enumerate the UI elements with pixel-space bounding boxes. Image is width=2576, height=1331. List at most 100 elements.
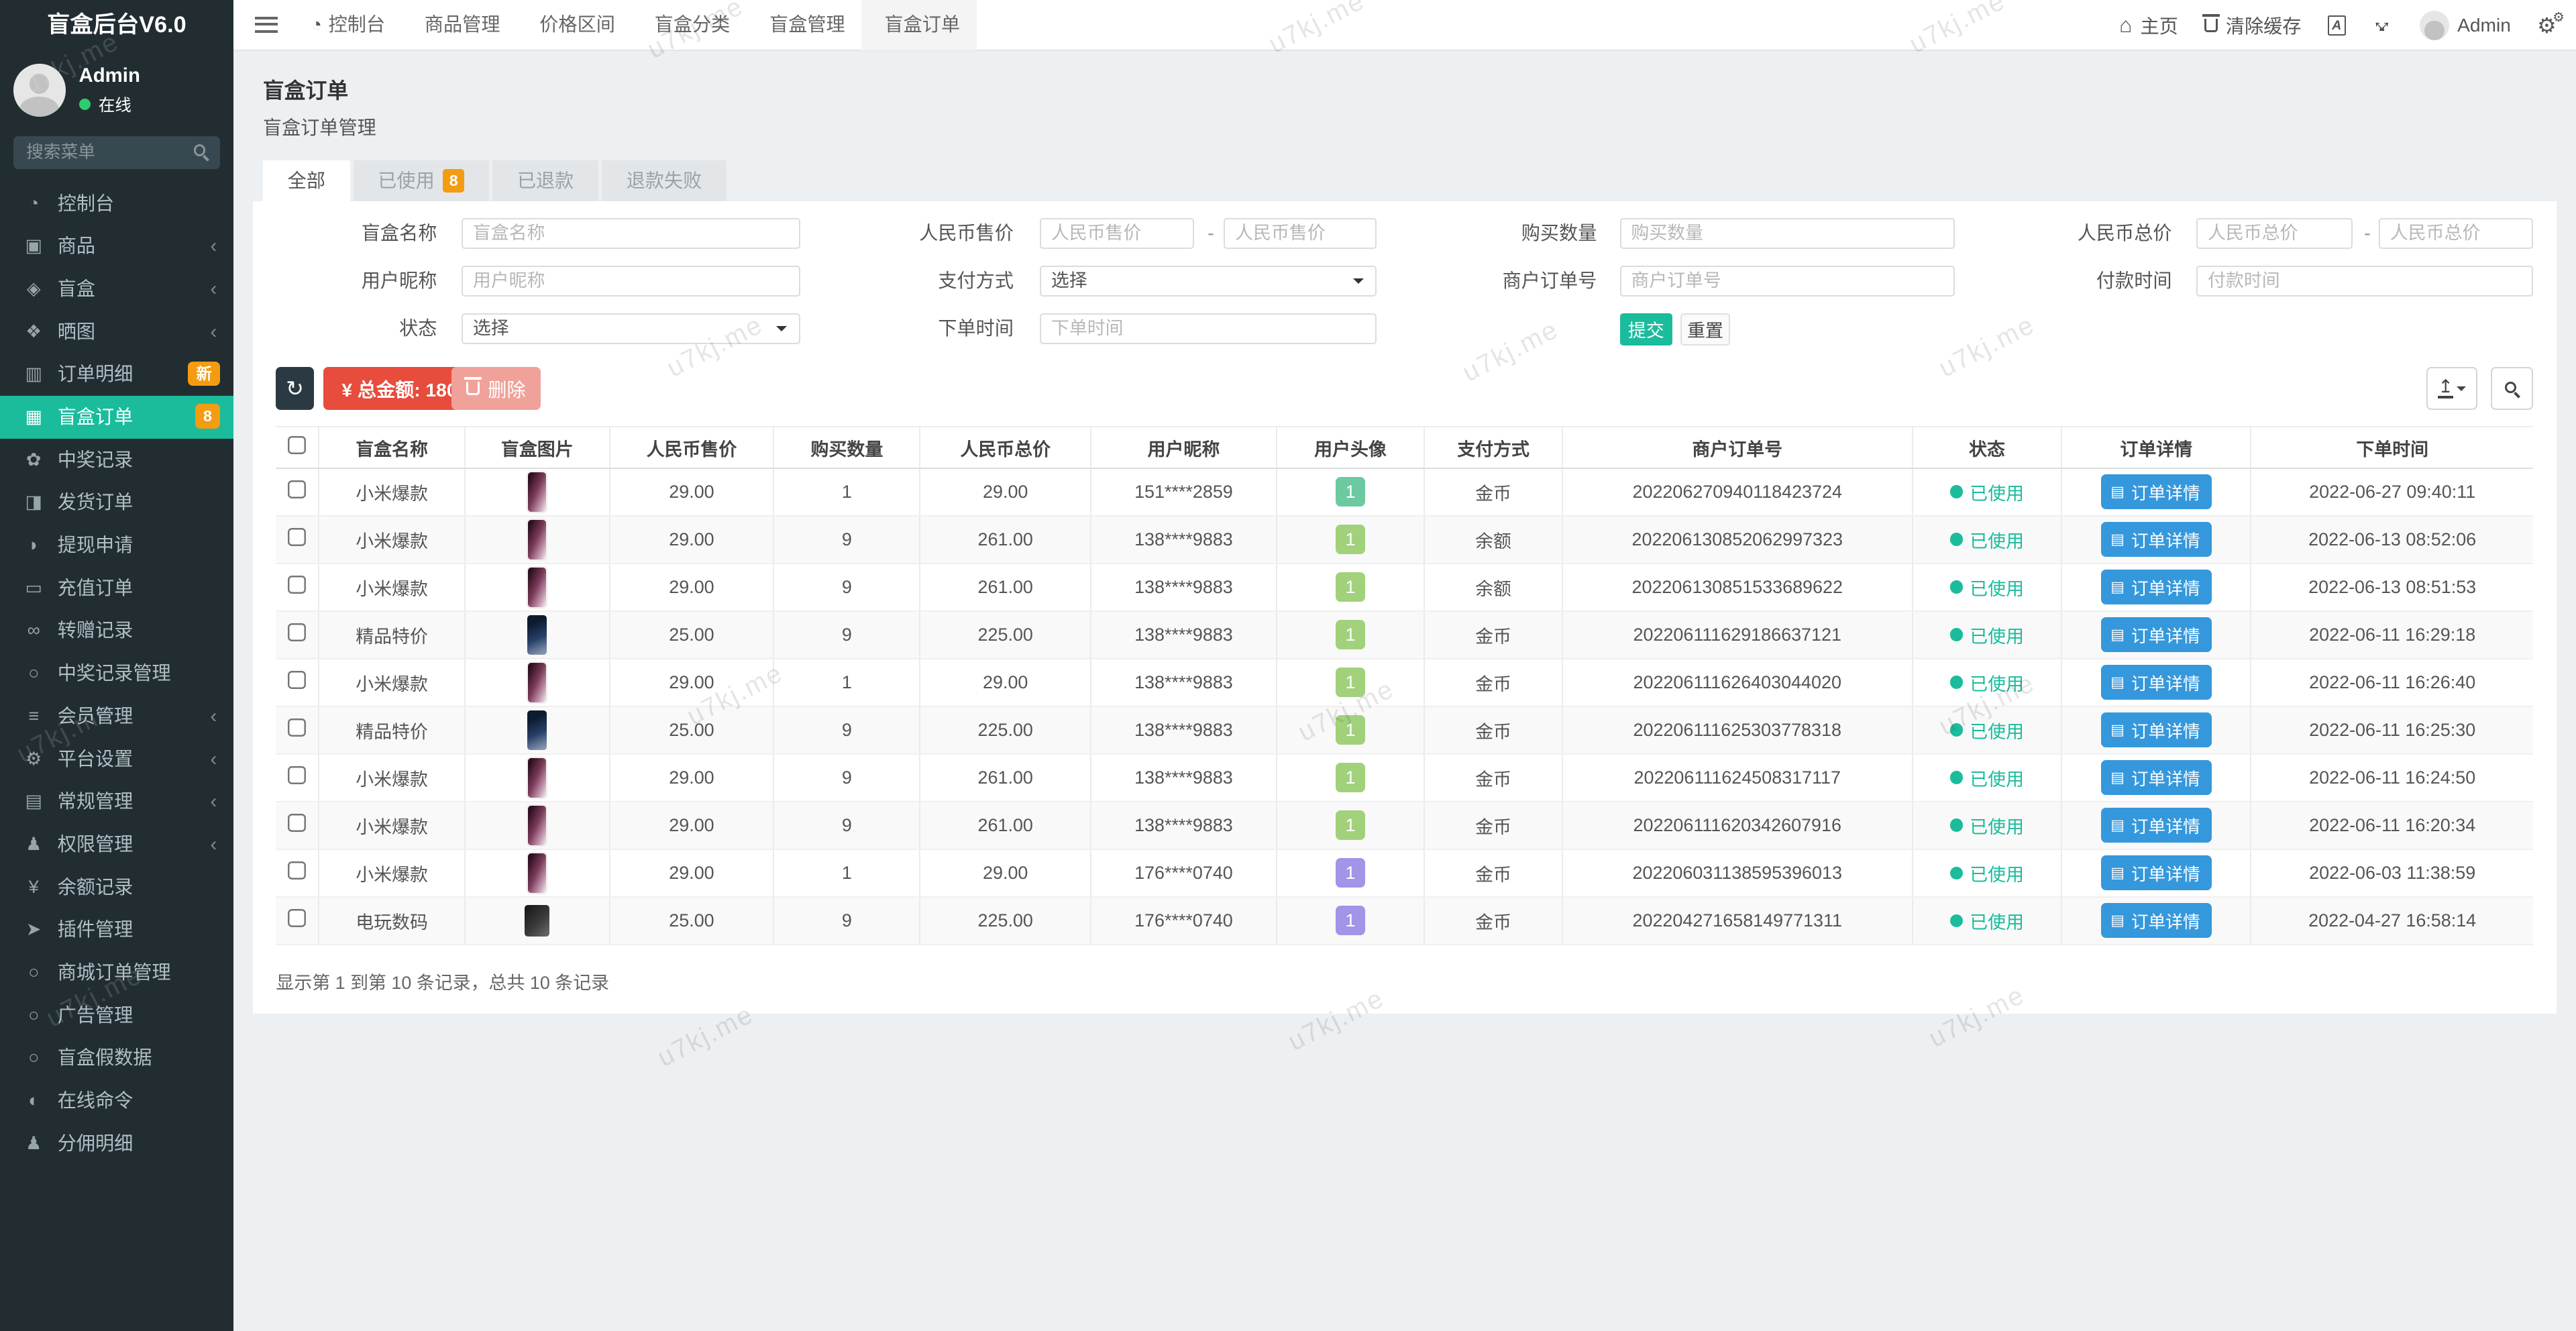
delete-button[interactable]: 删除 xyxy=(451,367,540,410)
filter-tab[interactable]: 全部 xyxy=(263,160,350,201)
search-icon[interactable] xyxy=(194,144,205,156)
sidebar-item[interactable]: 控制台 xyxy=(0,182,233,225)
order-detail-button[interactable]: 订单详情 xyxy=(2101,712,2212,747)
sidebar-item[interactable]: 常规管理 ‹ xyxy=(0,780,233,823)
status-select[interactable]: 选择 xyxy=(462,313,800,345)
sidebar-item[interactable]: 转赠记录 xyxy=(0,609,233,652)
order-detail-button[interactable]: 订单详情 xyxy=(2101,665,2212,700)
sidebar-item[interactable]: 提现申请 xyxy=(0,524,233,567)
settings-button[interactable] xyxy=(2537,13,2557,38)
sidebar-item[interactable]: 商品 ‹ xyxy=(0,225,233,268)
sidebar-item[interactable]: 订单明细 新 xyxy=(0,353,233,396)
total-min-input[interactable] xyxy=(2196,218,2353,250)
reset-button[interactable]: 重置 xyxy=(1680,313,1729,346)
sidebar-item[interactable]: 插件管理 xyxy=(0,908,233,951)
row-checkbox[interactable] xyxy=(288,814,306,832)
order-detail-button[interactable]: 订单详情 xyxy=(2101,760,2212,795)
top-nav-tab[interactable]: 盲盒订单 xyxy=(861,0,976,50)
order-detail-button[interactable]: 订单详情 xyxy=(2101,808,2212,843)
select-all-checkbox[interactable] xyxy=(288,436,306,454)
top-nav-tab[interactable]: 价格区间 xyxy=(517,0,631,50)
box-name-input[interactable] xyxy=(462,218,800,250)
fullscreen-button[interactable] xyxy=(2372,15,2394,36)
cell-avatar: 1 xyxy=(1277,849,1424,897)
list-icon xyxy=(2110,578,2125,596)
sidebar-item-label: 订单明细 xyxy=(58,353,133,396)
filter-tab[interactable]: 已使用8 xyxy=(354,160,490,201)
home-button[interactable]: 主页 xyxy=(2119,11,2178,39)
tab-icon xyxy=(311,0,322,50)
refresh-button[interactable]: ↻ xyxy=(276,367,313,410)
row-checkbox[interactable] xyxy=(288,766,306,784)
row-checkbox[interactable] xyxy=(288,671,306,689)
total-max-input[interactable] xyxy=(2379,218,2533,250)
order-detail-button[interactable]: 订单详情 xyxy=(2101,522,2212,557)
cell-box-name: 小米爆款 xyxy=(319,564,465,611)
cell-time: 2022-06-03 11:38:59 xyxy=(2251,849,2533,897)
language-button[interactable]: A xyxy=(2328,15,2346,35)
sidebar-item[interactable]: 中奖记录 xyxy=(0,439,233,482)
top-nav-tab[interactable]: 控制台 xyxy=(294,0,401,50)
navbar-user[interactable]: Admin xyxy=(2420,11,2511,40)
sidebar-item[interactable]: 盲盒假数据 xyxy=(0,1036,233,1079)
order-detail-button[interactable]: 订单详情 xyxy=(2101,617,2212,652)
sidebar-item[interactable]: 商城订单管理 xyxy=(0,951,233,994)
cell-time: 2022-06-11 16:24:50 xyxy=(2251,754,2533,802)
top-nav-tab[interactable]: 盲盒管理 xyxy=(747,0,861,50)
pay-time-input[interactable] xyxy=(2196,266,2533,297)
cell-avatar: 1 xyxy=(1277,468,1424,516)
submit-button[interactable]: 提交 xyxy=(1620,313,1672,346)
sidebar-item[interactable]: 广告管理 xyxy=(0,994,233,1037)
price-max-input[interactable] xyxy=(1224,218,1377,250)
table-search-button[interactable] xyxy=(2491,367,2534,410)
header-detail: 订单详情 xyxy=(2061,427,2251,468)
cell-nick: 151****2859 xyxy=(1091,468,1277,516)
sidebar-item[interactable]: 晒图 ‹ xyxy=(0,311,233,354)
top-nav-tab[interactable]: 盲盒分类 xyxy=(631,0,746,50)
cell-checkbox xyxy=(276,802,319,849)
sidebar-item[interactable]: 发货订单 xyxy=(0,481,233,524)
sidebar-item[interactable]: 中奖记录管理 xyxy=(0,652,233,695)
qty-input[interactable] xyxy=(1620,218,1955,250)
filter-row-2: 用户昵称 支付方式 选择 商户订单号 付款时间 xyxy=(253,266,2557,297)
hamburger-menu-icon[interactable] xyxy=(255,17,278,33)
sidebar-item[interactable]: 权限管理 ‹ xyxy=(0,823,233,866)
sidebar-item[interactable]: 平台设置 ‹ xyxy=(0,738,233,781)
merchant-order-input[interactable] xyxy=(1620,266,1955,297)
row-checkbox[interactable] xyxy=(288,861,306,880)
top-nav-tab[interactable]: 商品管理 xyxy=(402,0,517,50)
status-text: 已使用 xyxy=(1970,622,2024,648)
sidebar-item[interactable]: 盲盒订单 8 xyxy=(0,396,233,439)
order-detail-button[interactable]: 订单详情 xyxy=(2101,570,2212,604)
status-dot-icon xyxy=(1950,485,1964,498)
row-checkbox[interactable] xyxy=(288,528,306,546)
row-checkbox[interactable] xyxy=(288,718,306,737)
export-button[interactable]: ↥ xyxy=(2426,367,2477,410)
sidebar-search-input[interactable] xyxy=(13,136,221,169)
sidebar-item[interactable]: 在线命令 xyxy=(0,1079,233,1122)
order-time-input[interactable] xyxy=(1040,313,1377,345)
cell-price: 25.00 xyxy=(610,706,774,754)
pay-method-select[interactable]: 选择 xyxy=(1040,266,1377,297)
row-checkbox[interactable] xyxy=(288,480,306,498)
order-detail-button[interactable]: 订单详情 xyxy=(2101,903,2212,938)
filter-tab[interactable]: 已退款 xyxy=(492,160,598,201)
row-checkbox[interactable] xyxy=(288,909,306,927)
order-detail-button[interactable]: 订单详情 xyxy=(2101,855,2212,890)
row-checkbox[interactable] xyxy=(288,576,306,594)
price-min-input[interactable] xyxy=(1040,218,1194,250)
cell-checkbox xyxy=(276,564,319,611)
sidebar-item-label: 盲盒 xyxy=(58,268,95,311)
clear-cache-button[interactable]: 清除缓存 xyxy=(2204,11,2301,39)
sidebar-item-icon xyxy=(21,994,46,1037)
filter-tab[interactable]: 退款失败 xyxy=(602,160,727,201)
row-checkbox[interactable] xyxy=(288,623,306,641)
sidebar-item-icon xyxy=(21,567,46,610)
sidebar-item[interactable]: 会员管理 ‹ xyxy=(0,695,233,738)
order-detail-button[interactable]: 订单详情 xyxy=(2101,474,2212,509)
sidebar-item[interactable]: 分佣明细 xyxy=(0,1122,233,1165)
nick-input[interactable] xyxy=(462,266,800,297)
sidebar-item[interactable]: 余额记录 xyxy=(0,866,233,909)
sidebar-item[interactable]: 充值订单 xyxy=(0,567,233,610)
sidebar-item[interactable]: 盲盒 ‹ xyxy=(0,268,233,311)
